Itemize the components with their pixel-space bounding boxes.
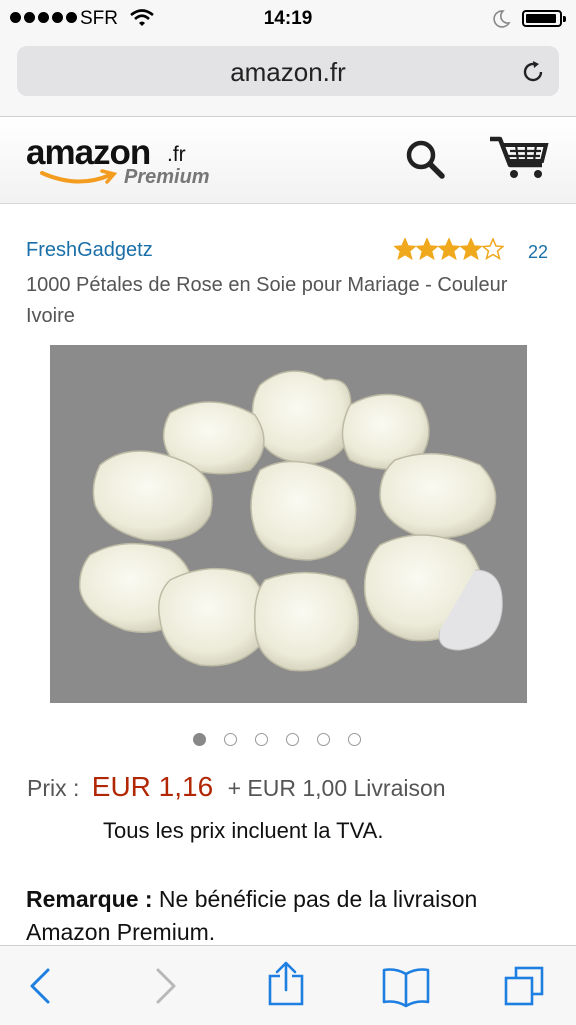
remark-note: Remarque : Ne bénéficie pas de la livrai… (26, 883, 546, 949)
address-bar[interactable]: amazon.fr (17, 46, 559, 96)
url-text[interactable]: amazon.fr (17, 57, 559, 88)
status-bar: SFR 14:19 (0, 0, 576, 38)
site-header: amazon .fr Premium (0, 117, 576, 204)
rose-petals-image (50, 345, 527, 703)
star-full-icon (394, 238, 416, 260)
cart-icon[interactable] (488, 133, 550, 183)
clock: 14:19 (263, 8, 313, 29)
carousel-dot[interactable] (255, 733, 268, 746)
seller-link[interactable]: FreshGadgetz (26, 239, 153, 262)
image-carousel-indicator[interactable] (193, 733, 361, 746)
vat-note: Tous les prix incluent la TVA. (103, 818, 384, 843)
bookmarks-icon[interactable] (380, 964, 432, 1008)
logo-suffix: .fr (167, 143, 186, 166)
search-icon[interactable] (403, 137, 447, 181)
forward-icon[interactable] (142, 964, 186, 1008)
reload-icon[interactable] (519, 58, 547, 86)
tabs-icon[interactable] (502, 964, 546, 1008)
browser-address-area: amazon.fr (0, 38, 576, 117)
logo-premium: Premium (124, 166, 210, 188)
remark-label: Remarque : (26, 886, 153, 912)
star-full-icon (460, 238, 482, 260)
price-label: Prix : (27, 775, 80, 801)
carousel-dot[interactable] (224, 733, 237, 746)
star-rating[interactable] (394, 238, 504, 260)
product-image[interactable] (50, 345, 527, 703)
star-empty-icon (482, 238, 504, 260)
product-title: 1000 Pétales de Rose en Soie pour Mariag… (26, 274, 508, 327)
amazon-smile-icon (40, 169, 118, 184)
review-count-link[interactable]: 22 (528, 242, 548, 263)
back-icon[interactable] (20, 964, 64, 1008)
share-icon[interactable] (264, 960, 308, 1008)
do-not-disturb-icon (493, 10, 511, 28)
battery-icon (522, 10, 566, 27)
star-full-icon (416, 238, 438, 260)
carousel-dot[interactable] (193, 733, 206, 746)
browser-toolbar (0, 945, 576, 1025)
carousel-dot[interactable] (348, 733, 361, 746)
shipping-cost: + EUR 1,00 Livraison (227, 775, 446, 801)
price-row: Prix : EUR 1,16 + EUR 1,00 Livraison (27, 771, 446, 803)
carousel-dot[interactable] (286, 733, 299, 746)
carousel-dot[interactable] (317, 733, 330, 746)
price-value: EUR 1,16 (91, 771, 214, 802)
star-full-icon (438, 238, 460, 260)
